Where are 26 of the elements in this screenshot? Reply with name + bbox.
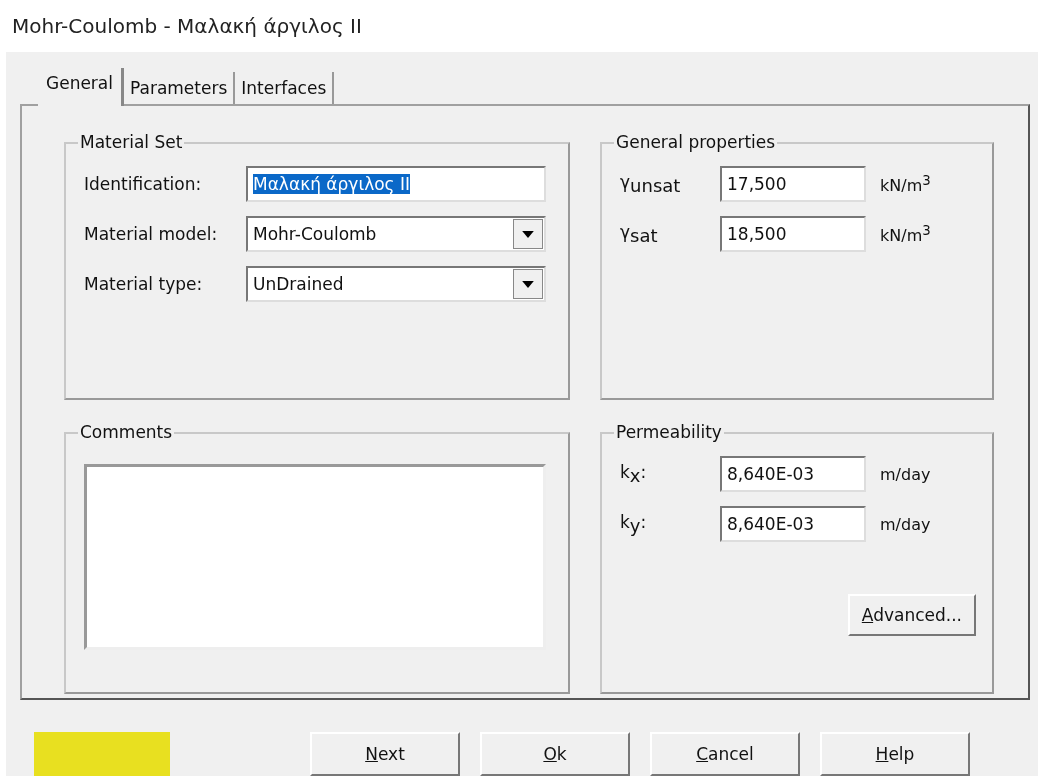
comments-field[interactable] [84,464,546,650]
value-field[interactable]: 8,640E-03 [720,506,866,542]
identification-field[interactable]: Μαλακή άργιλος ΙΙ [246,166,546,202]
tab[interactable]: General [38,68,124,106]
field-label: Material type: [84,274,204,294]
dialog-button[interactable]: Ok [480,732,630,776]
advanced-button[interactable]: Advanced... [847,594,976,636]
caret-icon [522,280,534,288]
field-label: Identification: [84,174,203,194]
window-title: Mohr-Coulomb - Μαλακή άργιλος ΙΙ [11,13,363,40]
unit-label: m/day [880,464,931,484]
unit-label: kN/m$^{3}$ [880,222,931,246]
value-field[interactable]: 18,500 [720,216,866,252]
unit-label: kN/m$^{3}$ [880,172,931,196]
dropdown[interactable]: UnDrained [246,266,546,302]
caret-icon [522,230,534,238]
value-field[interactable]: 17,500 [720,166,866,202]
group-title: Permeability [614,422,724,442]
group-title: General properties [614,132,778,152]
unit-label: m/day [880,514,931,534]
dialog-button[interactable]: Next [310,732,460,776]
value-field[interactable]: 8,640E-03 [720,456,866,492]
dropdown[interactable]: Mohr-Coulomb [246,216,546,252]
field-label: Material model: [84,224,219,244]
dialog-button[interactable]: Help [820,732,970,776]
dialog-button[interactable]: Cancel [650,732,800,776]
